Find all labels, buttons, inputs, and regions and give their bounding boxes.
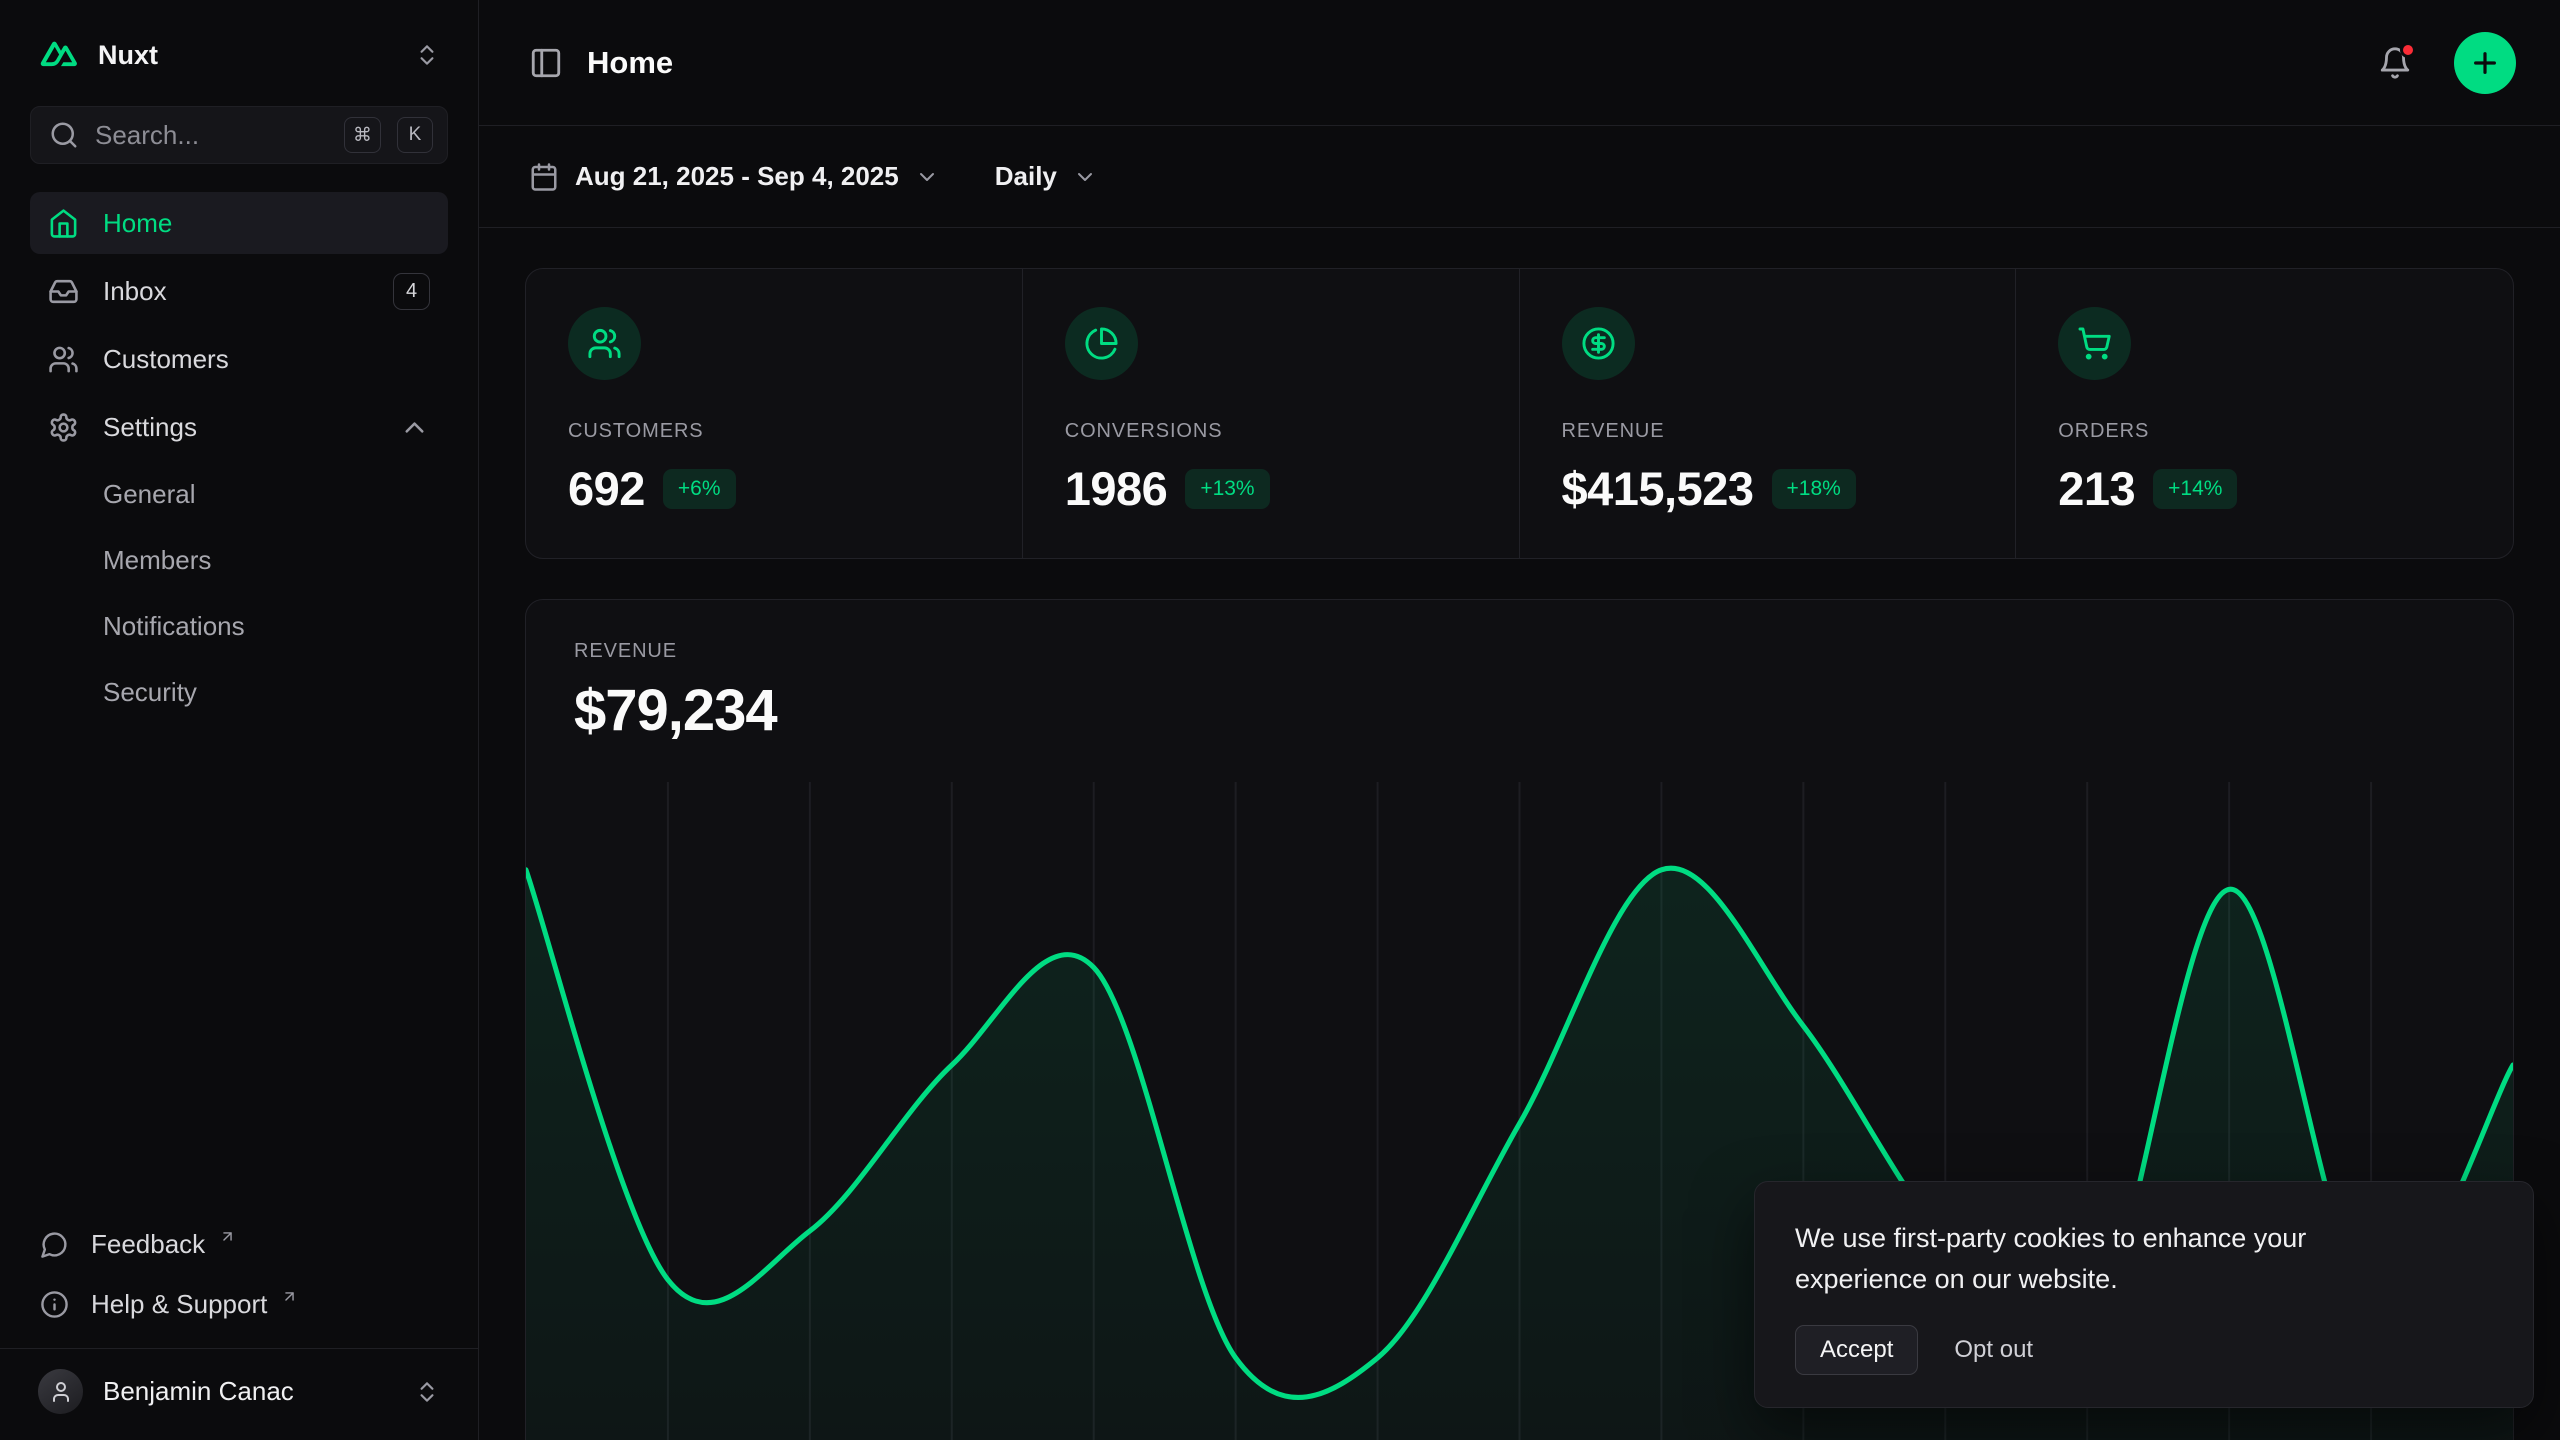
sidebar-subitem-notifications[interactable]: Notifications — [30, 596, 448, 656]
info-circle-icon — [40, 1290, 69, 1319]
workspace-name: Nuxt — [98, 40, 396, 71]
feedback-label: Feedback — [91, 1229, 205, 1260]
inbox-count-badge: 4 — [393, 273, 430, 310]
sidebar-spacer — [30, 722, 448, 1214]
sidebar-item-label: Customers — [103, 344, 229, 375]
stat-delta-badge: +14% — [2153, 469, 2237, 509]
user-name: Benjamin Canac — [103, 1376, 394, 1407]
search-icon — [49, 120, 79, 150]
sidebar-item-inbox[interactable]: Inbox 4 — [30, 260, 448, 322]
stat-delta-badge: +18% — [1772, 469, 1856, 509]
page-header: Home — [479, 0, 2560, 126]
shopping-cart-icon — [2058, 307, 2131, 380]
period-select[interactable]: Daily — [995, 161, 1097, 192]
message-bubble-icon — [40, 1230, 69, 1259]
search-box[interactable]: ⌘ K — [30, 106, 448, 164]
sidebar-item-label: Inbox — [103, 276, 167, 307]
chevrons-up-down-icon[interactable] — [414, 42, 440, 68]
accept-cookies-button[interactable]: Accept — [1795, 1325, 1918, 1375]
chevrons-up-down-icon — [414, 1379, 440, 1405]
chevron-down-icon — [1073, 165, 1097, 189]
nuxt-logo-icon — [38, 34, 80, 76]
stat-label: CUSTOMERS — [568, 420, 980, 443]
page-title: Home — [587, 45, 2354, 81]
optout-cookies-button[interactable]: Opt out — [1954, 1336, 2033, 1364]
stat-delta-badge: +6% — [663, 469, 736, 509]
help-support-link[interactable]: Help & Support — [30, 1274, 448, 1334]
plus-icon — [2469, 47, 2501, 79]
users-icon — [48, 344, 79, 375]
notification-dot — [2400, 42, 2416, 58]
revenue-chart-value: $79,234 — [574, 677, 2465, 744]
calendar-icon — [529, 162, 559, 192]
dollar-circle-icon — [1562, 307, 1635, 380]
period-label: Daily — [995, 161, 1057, 192]
sidebar-subitem-label: Notifications — [103, 611, 245, 642]
avatar — [38, 1369, 83, 1414]
kbd-k: K — [397, 117, 433, 153]
stat-delta-badge: +13% — [1185, 469, 1269, 509]
sidebar-item-home[interactable]: Home — [30, 192, 448, 254]
revenue-chart-label: REVENUE — [574, 640, 2465, 663]
help-support-label: Help & Support — [91, 1289, 267, 1320]
stat-value: 1986 — [1065, 461, 1168, 516]
stat-revenue[interactable]: REVENUE $415,523 +18% — [1520, 269, 2017, 558]
user-menu[interactable]: Benjamin Canac — [0, 1348, 478, 1424]
sidebar-item-settings[interactable]: Settings — [30, 396, 448, 458]
stat-label: REVENUE — [1562, 420, 1974, 443]
pie-chart-icon — [1065, 307, 1138, 380]
user-icon — [49, 1380, 73, 1404]
gear-icon — [48, 412, 79, 443]
cookie-consent-toast: We use first-party cookies to enhance yo… — [1754, 1181, 2534, 1408]
notifications-button[interactable] — [2378, 46, 2412, 80]
cookie-message: We use first-party cookies to enhance yo… — [1795, 1218, 2435, 1299]
stats-cards: CUSTOMERS 692 +6% CONVERSIONS 1986 +13% — [525, 268, 2514, 559]
inbox-icon — [48, 276, 79, 307]
sidebar-item-customers[interactable]: Customers — [30, 328, 448, 390]
stat-orders[interactable]: ORDERS 213 +14% — [2016, 269, 2513, 558]
home-icon — [48, 208, 79, 239]
stat-value: 692 — [568, 461, 645, 516]
sidebar-subitem-security[interactable]: Security — [30, 662, 448, 722]
sidebar-subitem-label: Security — [103, 677, 197, 708]
sidebar-subitem-label: Members — [103, 545, 211, 576]
sidebar-subitem-label: General — [103, 479, 196, 510]
stat-conversions[interactable]: CONVERSIONS 1986 +13% — [1023, 269, 1520, 558]
users-icon — [568, 307, 641, 380]
stat-value: $415,523 — [1562, 461, 1754, 516]
chevron-down-icon — [915, 165, 939, 189]
add-button[interactable] — [2454, 32, 2516, 94]
stat-value: 213 — [2058, 461, 2135, 516]
sidebar-subitem-members[interactable]: Members — [30, 530, 448, 590]
stat-label: CONVERSIONS — [1065, 420, 1477, 443]
search-input[interactable] — [95, 120, 328, 151]
sidebar-toggle-button[interactable] — [529, 46, 563, 80]
filter-toolbar: Aug 21, 2025 - Sep 4, 2025 Daily — [479, 126, 2560, 228]
date-range-picker[interactable]: Aug 21, 2025 - Sep 4, 2025 — [529, 161, 939, 192]
workspace-switcher[interactable]: Nuxt — [30, 30, 448, 80]
stat-customers[interactable]: CUSTOMERS 692 +6% — [526, 269, 1023, 558]
sidebar-nav: Home Inbox 4 Customers Settings General … — [30, 192, 448, 722]
external-link-icon — [281, 1288, 298, 1305]
sidebar: Nuxt ⌘ K Home Inbox 4 Customers Settings — [0, 0, 479, 1440]
date-range-label: Aug 21, 2025 - Sep 4, 2025 — [575, 161, 899, 192]
feedback-link[interactable]: Feedback — [30, 1214, 448, 1274]
panel-left-icon — [529, 46, 563, 80]
sidebar-item-label: Settings — [103, 412, 197, 443]
kbd-cmd: ⌘ — [344, 117, 381, 153]
sidebar-item-label: Home — [103, 208, 172, 239]
external-link-icon — [219, 1228, 236, 1245]
chevron-up-icon — [399, 412, 430, 443]
sidebar-subitem-general[interactable]: General — [30, 464, 448, 524]
stat-label: ORDERS — [2058, 420, 2471, 443]
